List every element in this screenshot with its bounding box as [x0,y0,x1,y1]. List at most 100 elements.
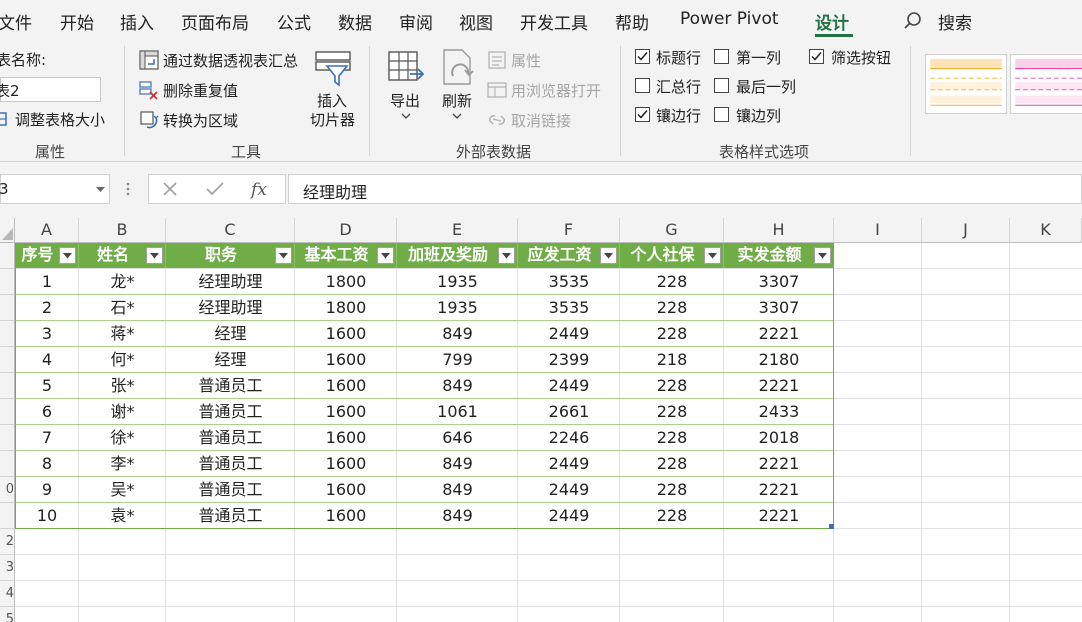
table-cell[interactable]: 1600 [295,451,397,477]
select-all-corner[interactable] [0,218,15,243]
filter-dropdown-icon[interactable] [275,247,292,264]
table-cell[interactable]: 228 [620,451,724,477]
table-cell[interactable]: 8 [15,451,79,477]
tab-review[interactable]: 审阅 [399,9,433,34]
chevron-down-icon[interactable] [401,112,411,120]
row-header[interactable] [0,425,15,451]
table-cell[interactable]: 646 [397,425,518,451]
table-cell[interactable]: 799 [397,347,518,373]
table-cell[interactable]: 龙* [79,269,166,295]
table-cell[interactable]: 228 [620,269,724,295]
tab-data[interactable]: 数据 [338,9,372,34]
table-cell[interactable]: 228 [620,425,724,451]
tab-home[interactable]: 开始 [60,9,94,34]
row-header[interactable]: 0 [0,477,15,503]
table-cell[interactable]: 1 [15,269,79,295]
filter-dropdown-icon[interactable] [377,247,394,264]
table-cell[interactable]: 2221 [724,321,834,347]
table-cell[interactable]: 849 [397,477,518,503]
table-cell[interactable]: 2449 [518,373,620,399]
table-cell[interactable]: 228 [620,295,724,321]
table-cell[interactable]: 849 [397,373,518,399]
table-cell[interactable]: 普通员工 [166,425,295,451]
table-cell[interactable]: 普通员工 [166,503,295,529]
table-cell[interactable]: 228 [620,321,724,347]
table-cell[interactable]: 1061 [397,399,518,425]
table-cell[interactable]: 2221 [724,373,834,399]
table-cell[interactable]: 2221 [724,451,834,477]
table-cell[interactable]: 2399 [518,347,620,373]
unlink-button[interactable]: 取消链接 [511,110,571,131]
refresh-icon[interactable] [440,48,476,88]
row-header[interactable] [0,243,15,269]
slicer-icon[interactable] [313,48,353,88]
table-cell[interactable]: 2246 [518,425,620,451]
formula-input[interactable]: 经理助理 [288,174,1082,204]
filter-dropdown-icon[interactable] [814,247,831,264]
table-cell[interactable]: 1600 [295,399,397,425]
banded-rows-checkbox[interactable] [635,107,650,122]
table-style-pink[interactable] [1010,54,1082,114]
open-in-browser-button[interactable]: 用浏览器打开 [511,80,601,101]
filter-dropdown-icon[interactable] [498,247,515,264]
table-cell[interactable]: 3 [15,321,79,347]
filter-dropdown-icon[interactable] [704,247,721,264]
table-cell[interactable]: 3535 [518,295,620,321]
table-cell[interactable]: 228 [620,477,724,503]
row-header[interactable] [0,373,15,399]
drag-handle-icon[interactable] [125,181,131,197]
row-header[interactable] [0,503,15,529]
tab-page-layout[interactable]: 页面布局 [181,9,249,34]
tab-help[interactable]: 帮助 [615,9,649,34]
table-cell[interactable]: 849 [397,321,518,347]
table-cell[interactable]: 2449 [518,321,620,347]
table-cell[interactable]: 经理 [166,347,295,373]
table-cell[interactable]: 218 [620,347,724,373]
table-cell[interactable]: 张* [79,373,166,399]
table-cell[interactable]: 袁* [79,503,166,529]
refresh-button[interactable]: 刷新 [442,90,472,111]
column-header[interactable]: A [15,218,79,243]
table-cell[interactable]: 普通员工 [166,399,295,425]
table-cell[interactable]: 228 [620,399,724,425]
chevron-down-icon[interactable] [96,186,105,193]
insert-slicer-label-1[interactable]: 插入 [317,90,347,111]
tab-design[interactable]: 设计 [815,9,849,34]
row-header[interactable]: 3 [0,555,15,581]
tab-developer[interactable]: 开发工具 [520,9,588,34]
row-header[interactable] [0,321,15,347]
filter-dropdown-icon[interactable] [146,247,163,264]
table-cell[interactable]: 李* [79,451,166,477]
column-header[interactable]: G [620,218,724,243]
filter-button-checkbox[interactable] [809,49,824,64]
properties-button[interactable]: 属性 [511,50,541,71]
row-header[interactable]: 2 [0,529,15,555]
tab-file[interactable]: 文件 [0,9,32,34]
table-cell[interactable]: 2449 [518,477,620,503]
table-cell[interactable]: 1800 [295,269,397,295]
table-cell[interactable]: 9 [15,477,79,503]
table-cell[interactable]: 1935 [397,295,518,321]
table-cell[interactable]: 849 [397,451,518,477]
table-cell[interactable]: 3307 [724,269,834,295]
row-header[interactable]: 4 [0,581,15,607]
table-cell[interactable]: 849 [397,503,518,529]
table-cell[interactable]: 2018 [724,425,834,451]
last-column-checkbox[interactable] [714,78,729,93]
table-cell[interactable]: 2449 [518,451,620,477]
column-header[interactable]: B [79,218,166,243]
column-header[interactable]: J [922,218,1010,243]
table-cell[interactable]: 5 [15,373,79,399]
table-cell[interactable]: 1800 [295,295,397,321]
enter-icon[interactable] [206,181,224,197]
table-cell[interactable]: 1600 [295,373,397,399]
table-cell[interactable]: 1600 [295,477,397,503]
table-cell[interactable]: 经理助理 [166,295,295,321]
chevron-down-icon[interactable] [452,112,462,120]
filter-dropdown-icon[interactable] [59,247,76,264]
table-cell[interactable]: 经理 [166,321,295,347]
table-cell[interactable]: 2661 [518,399,620,425]
row-header[interactable]: 5 [0,607,15,622]
table-cell[interactable]: 何* [79,347,166,373]
total-row-checkbox[interactable] [635,78,650,93]
